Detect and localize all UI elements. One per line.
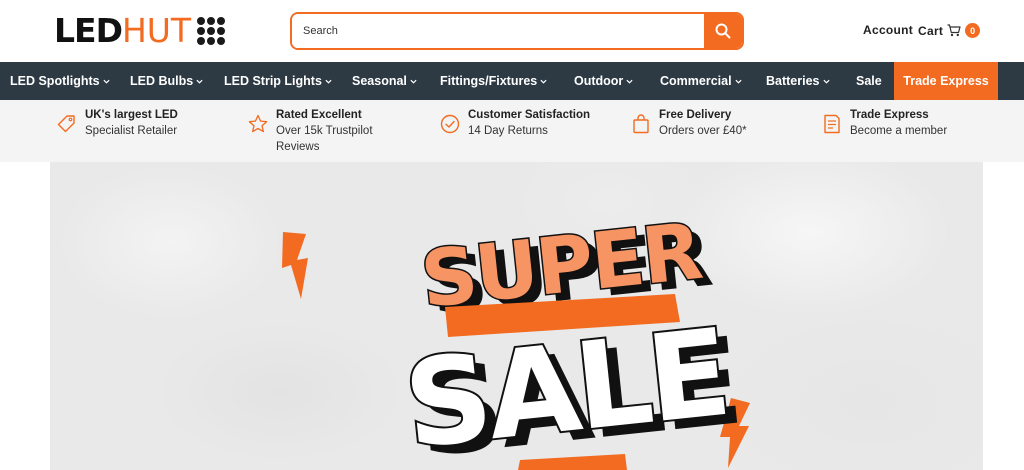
usp-subtitle: Orders over £40* (659, 125, 747, 137)
star-icon (248, 114, 268, 133)
chevron-down-icon (822, 79, 830, 84)
usp-item: Free Delivery Orders over £40* (630, 107, 747, 139)
usp-title: Free Delivery (659, 109, 732, 121)
usp-bar: UK's largest LED Specialist Retailer Rat… (0, 100, 1024, 162)
main-nav: LED Spotlights LED Bulbs LED Strip Light… (0, 62, 1024, 100)
nav-item-commercial[interactable]: Commercial (660, 62, 742, 100)
usp-subtitle: 14 Day Returns (468, 125, 548, 137)
site-logo[interactable]: LEDHUT (54, 11, 226, 50)
usp-item: Trade Express Become a member (821, 107, 947, 139)
nav-item-led-strip-lights[interactable]: LED Strip Lights (224, 62, 332, 100)
usp-item: Rated Excellent Over 15k Trustpilot Revi… (247, 107, 373, 155)
nav-item-outdoor[interactable]: Outdoor (574, 62, 633, 100)
chevron-down-icon (196, 79, 203, 84)
site-header: LEDHUT Account Cart 0 (0, 0, 1024, 62)
search-input[interactable] (292, 14, 704, 48)
chevron-down-icon (735, 79, 742, 84)
usp-title: Rated Excellent (276, 109, 362, 121)
logo-text: LEDHUT (54, 11, 192, 50)
shopping-bag-icon (633, 114, 649, 134)
check-circle-icon (440, 114, 460, 134)
account-link[interactable]: Account (863, 23, 913, 37)
usp-title: Trade Express (850, 109, 929, 121)
tag-icon (57, 115, 75, 133)
usp-subtitle: Over 15k Trustpilot (276, 125, 373, 137)
lightning-bolt-icon (282, 232, 308, 299)
usp-subtitle: Specialist Retailer (85, 125, 178, 137)
nav-item-led-spotlights[interactable]: LED Spotlights (10, 62, 110, 100)
usp-subtitle-line2: Reviews (276, 141, 320, 153)
cart-icon (947, 24, 961, 37)
chevron-down-icon (103, 79, 110, 84)
nav-item-seasonal[interactable]: Seasonal (352, 62, 417, 100)
chevron-down-icon (410, 79, 417, 84)
cart-link[interactable]: Cart 0 (918, 23, 981, 38)
hero-graphic: SUPER SUPER SALE SALE (282, 205, 750, 470)
hero-banner[interactable]: SUPER SUPER SALE SALE (50, 162, 983, 470)
chevron-down-icon (325, 79, 332, 84)
nav-item-sale[interactable]: Sale (856, 62, 882, 100)
nav-item-trade-express[interactable]: Trade Express (894, 62, 998, 100)
usp-title: Customer Satisfaction (468, 109, 591, 121)
search-bar (290, 12, 744, 50)
search-icon (715, 23, 731, 39)
usp-item: Customer Satisfaction 14 Day Returns (439, 107, 590, 139)
chevron-down-icon (540, 79, 547, 84)
nav-item-batteries[interactable]: Batteries (766, 62, 830, 100)
logo-dots-icon (197, 17, 226, 45)
chevron-down-icon (626, 79, 633, 84)
search-button[interactable] (704, 14, 742, 48)
usp-subtitle: Become a member (850, 125, 948, 137)
document-icon (824, 114, 840, 134)
cart-label: Cart (918, 23, 944, 38)
usp-title: UK's largest LED (85, 109, 178, 121)
cart-count-badge: 0 (965, 23, 981, 38)
usp-item: UK's largest LED Specialist Retailer (56, 107, 178, 139)
nav-item-led-bulbs[interactable]: LED Bulbs (130, 62, 203, 100)
nav-item-fittings-fixtures[interactable]: Fittings/Fixtures (440, 62, 547, 100)
